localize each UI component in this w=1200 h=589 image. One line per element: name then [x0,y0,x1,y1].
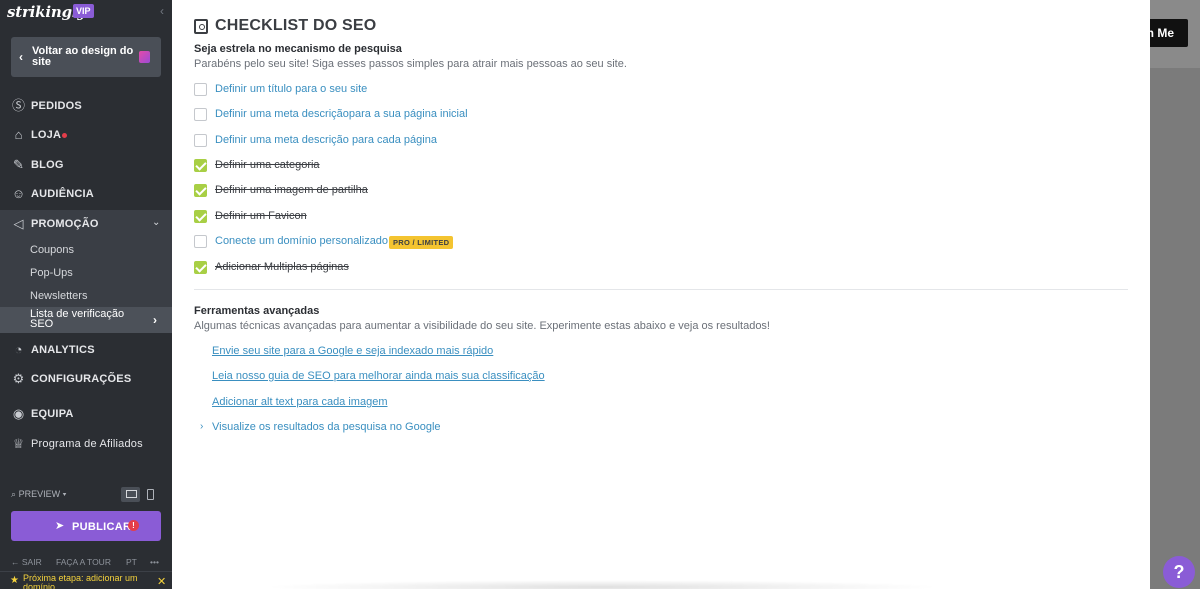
pen-icon: ✎ [13,157,24,172]
exit-link[interactable]: ← SAIR [11,557,42,567]
chevron-left-icon: ‹ [19,50,23,64]
exit-label: SAIR [21,557,42,567]
nav-label: Programa de Afiliados [31,438,143,450]
sidebar: strikingly VIP ‹ ‹ Voltar ao design do s… [0,0,172,589]
advanced-link-seo-guide[interactable]: Leia nosso guia de SEO para melhorar ain… [212,370,545,382]
publish-button[interactable]: ➤ PUBLICAR ! [11,511,161,541]
nav-item-afiliados[interactable]: ♕ Programa de Afiliados [0,431,172,457]
chart-pie-icon: ◔ [14,342,23,357]
nav-item-pedidos[interactable]: Ⓢ PEDIDOS [0,93,172,119]
section-heading: Seja estrela no mecanismo de pesquisa [194,43,402,55]
gear-icon: ⚙ [12,371,25,386]
desktop-view-button[interactable] [121,487,140,502]
section-heading: Ferramentas avançadas [194,305,320,317]
sub-item-coupons[interactable]: Coupons [30,244,74,256]
team-icon: ◉ [12,406,25,421]
design-icon [139,51,150,63]
preview-toggle[interactable]: ⌕ PREVIEW ▾ [11,489,66,500]
close-icon[interactable]: ✕ [157,575,166,588]
checklist-link[interactable]: Definir uma meta descriçãopara a sua pág… [215,108,468,120]
nav-label: BLOG [31,159,64,171]
rocket-icon: ➤ [55,520,65,532]
help-button[interactable]: ? [1163,556,1195,588]
nav-item-blog[interactable]: ✎ BLOG [0,152,172,178]
checklist-link[interactable]: Definir um título para o seu site [215,83,367,95]
nav-item-audiencia[interactable]: ☺ AUDIÊNCIA [0,181,172,207]
section-subtext: Parabéns pelo seu site! Siga esses passo… [194,58,627,70]
checklist-link[interactable]: Conecte um domínio personalizado [215,235,388,247]
megaphone-icon: ◁ [13,216,24,231]
nav-label: PEDIDOS [31,100,82,112]
nav-item-configuracoes[interactable]: ⚙ CONFIGURAÇÕES [0,366,172,392]
logo-row: strikingly VIP ‹ [0,0,172,24]
chevron-down-icon: ⌄ [152,217,161,228]
users-icon: ☺ [11,186,26,201]
chevron-right-icon: › [200,421,204,432]
nav-item-promocao[interactable]: ◁ PROMOÇÃO ⌄ [0,211,172,237]
nav-label: PROMOÇÃO [31,218,99,230]
nav-item-analytics[interactable]: ◔ ANALYTICS [0,337,172,363]
nav-label: AUDIÊNCIA [31,188,94,200]
checkbox[interactable] [194,83,207,96]
sub-item-newsletters[interactable]: Newsletters [30,290,87,302]
pro-limited-badge: PRO / LIMITED [389,236,454,249]
dimmed-site-preview [1150,0,1200,589]
checklist-done-label: Definir um Favicon [215,210,307,222]
publish-label: PUBLICAR [72,521,132,533]
next-step-text: Próxima etapa: adicionar um domínio [23,573,138,589]
section-divider [194,289,1128,290]
next-step-banner[interactable]: ★ Próxima etapa: adicionar um domínio ✕ [0,571,172,589]
nav-label: ANALYTICS [31,344,95,356]
nav-label: LOJA [31,129,62,141]
seo-search-icon [194,19,208,34]
sub-item-popups[interactable]: Pop-Ups [30,267,73,279]
mobile-view-button[interactable] [147,489,154,500]
page-title: CHECKLIST DO SEO [215,17,377,34]
checkbox-checked[interactable] [194,159,207,172]
checklist-link[interactable]: Definir uma meta descrição para cada pág… [215,134,437,146]
more-icon[interactable]: ••• [150,557,159,567]
checklist-done-label: Definir uma categoria [215,159,320,171]
back-to-design-button[interactable]: ‹ Voltar ao design do site [11,37,161,77]
advanced-link-alt-text[interactable]: Adicionar alt text para cada imagem [212,396,387,408]
checkbox-checked[interactable] [194,184,207,197]
section-subtext: Algumas técnicas avançadas para aumentar… [194,320,770,332]
seo-checklist-panel: CHECKLIST DO SEO Seja estrela no mecanis… [172,0,1150,589]
checklist-done-label: Adicionar Multiplas páginas [215,261,349,273]
checkbox[interactable] [194,134,207,147]
checkbox[interactable] [194,235,207,248]
bottom-shadow [262,580,942,589]
caret-down-icon: ▾ [62,489,67,499]
chevron-right-icon: › [153,313,157,327]
sub-item-label: Lista de verificação SEO [30,308,125,330]
preview-label: PREVIEW [18,489,61,499]
language-selector[interactable]: PT [126,557,137,567]
nav-label: CONFIGURAÇÕES [31,373,132,385]
nav-item-equipa[interactable]: ◉ EQUIPA [0,401,172,427]
checklist-done-label: Definir uma imagem de partilha [215,184,368,196]
trophy-icon: ♕ [12,436,25,451]
checkbox-checked[interactable] [194,261,207,274]
star-icon: ★ [10,575,19,586]
nav-item-loja[interactable]: ⌂ LOJA [0,122,172,148]
store-icon: ⌂ [14,127,23,142]
nav-label: EQUIPA [31,408,74,420]
dollar-icon: Ⓢ [11,98,25,113]
sub-item-seo-checklist[interactable]: Lista de verificação SEO › [0,307,172,333]
checkbox-checked[interactable] [194,210,207,223]
alert-icon: ! [128,520,139,531]
back-to-design-label: Voltar ao design do site [32,45,134,68]
search-icon: ⌕ [11,489,17,499]
collapse-sidebar-icon[interactable]: ‹ [160,4,164,18]
vip-badge: VIP [73,4,94,18]
notification-dot [62,133,67,138]
advanced-link-google-index[interactable]: Envie seu site para a Google e seja inde… [212,345,493,357]
tour-link[interactable]: FAÇA A TOUR [56,557,111,567]
google-preview-label: Visualize os resultados da pesquisa no G… [212,421,441,433]
checkbox[interactable] [194,108,207,121]
